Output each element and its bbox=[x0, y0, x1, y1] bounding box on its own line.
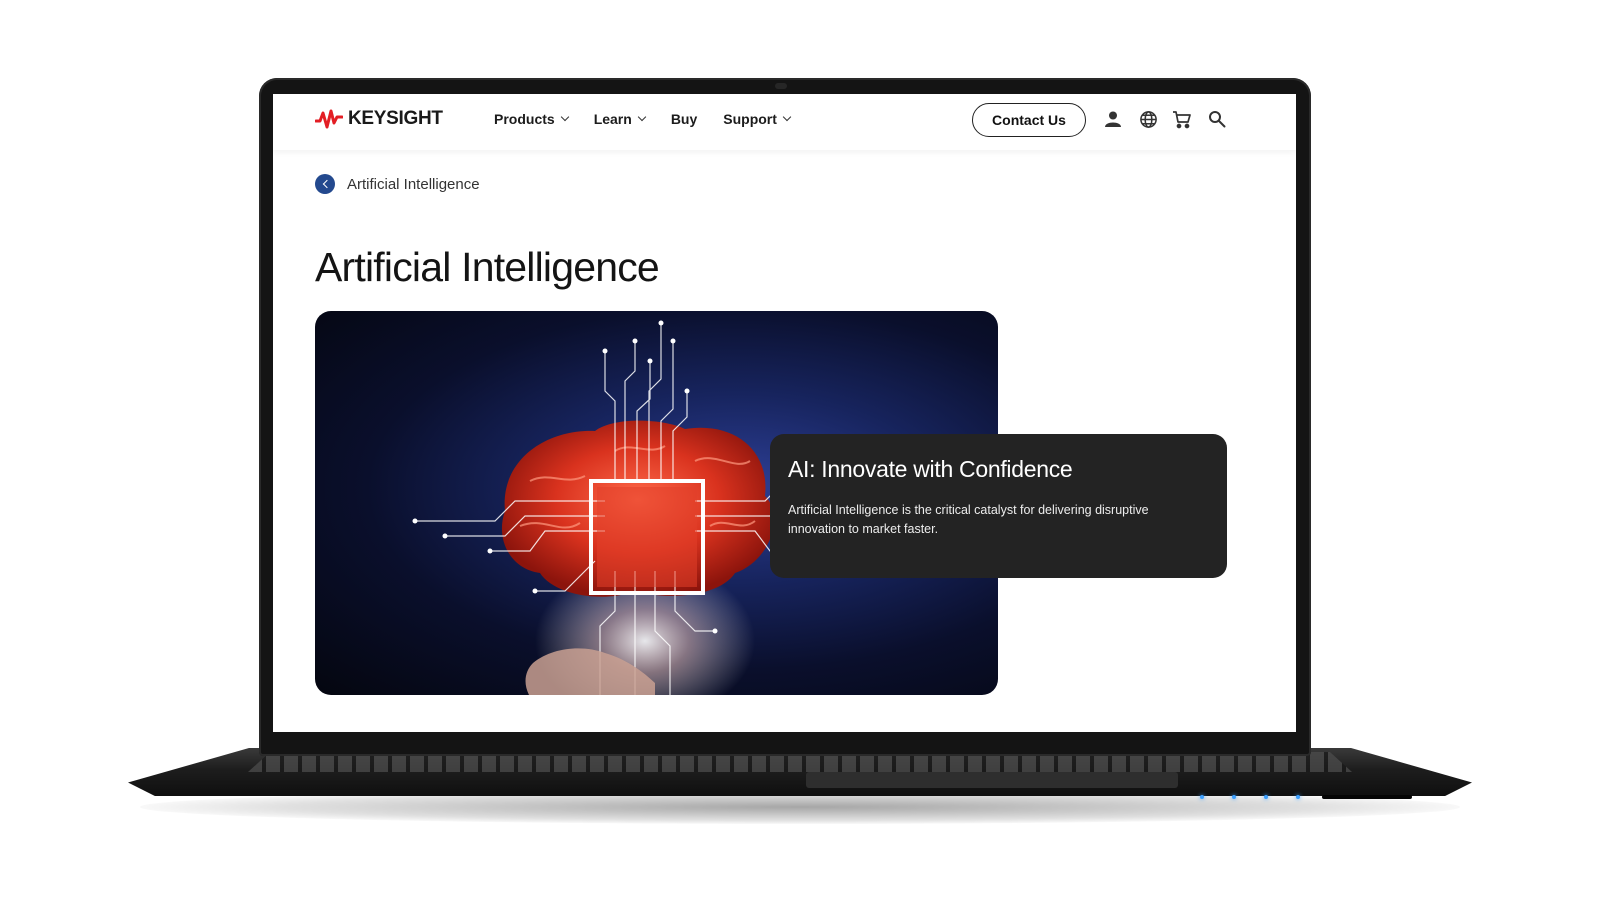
globe-icon[interactable] bbox=[1137, 108, 1159, 130]
chevron-down-icon bbox=[560, 112, 569, 122]
nav-support-label: Support bbox=[723, 111, 777, 127]
breadcrumb[interactable]: Artificial Intelligence bbox=[315, 174, 480, 194]
page-title: Artificial Intelligence bbox=[315, 244, 660, 290]
feature-card: AI: Innovate with Confidence Artificial … bbox=[770, 434, 1227, 578]
feature-card-title: AI: Innovate with Confidence bbox=[788, 456, 1073, 482]
nav-learn-label: Learn bbox=[593, 111, 632, 127]
laptop-lid: KEYSIGHT Products Learn Buy Support Cont… bbox=[259, 78, 1311, 756]
nav-products[interactable]: Products bbox=[494, 111, 569, 127]
laptop-card-slot bbox=[1322, 795, 1412, 799]
status-led bbox=[1200, 795, 1204, 799]
chevron-down-icon bbox=[637, 112, 647, 122]
webcam bbox=[775, 83, 787, 89]
laptop-trackpad bbox=[806, 772, 1178, 788]
nav-learn[interactable]: Learn bbox=[593, 111, 647, 127]
feature-card-description: Artificial Intelligence is the critical … bbox=[788, 503, 1149, 536]
status-led bbox=[1264, 795, 1268, 799]
chevron-down-icon bbox=[782, 112, 792, 122]
laptop-status-leds bbox=[1200, 795, 1300, 799]
user-icon[interactable] bbox=[1102, 108, 1124, 130]
chevron-left-icon[interactable] bbox=[315, 174, 335, 194]
nav-products-label: Products bbox=[494, 111, 555, 127]
site-header: KEYSIGHT Products Learn Buy Support Cont… bbox=[273, 94, 1296, 150]
nav-buy-label: Buy bbox=[670, 111, 698, 127]
nav-buy[interactable]: Buy bbox=[671, 111, 697, 127]
contact-us-button[interactable]: Contact Us bbox=[972, 103, 1086, 137]
laptop-screen: KEYSIGHT Products Learn Buy Support Cont… bbox=[273, 94, 1296, 732]
nav-support[interactable]: Support bbox=[723, 111, 792, 127]
main-nav: Products Learn Buy Support bbox=[494, 111, 792, 127]
cart-icon[interactable] bbox=[1171, 108, 1193, 130]
search-icon[interactable] bbox=[1206, 108, 1228, 130]
keysight-wave-icon bbox=[315, 109, 343, 129]
status-led bbox=[1232, 795, 1236, 799]
status-led bbox=[1296, 795, 1300, 799]
keysight-logo[interactable]: KEYSIGHT bbox=[315, 108, 443, 130]
breadcrumb-label[interactable]: Artificial Intelligence bbox=[347, 176, 480, 193]
brand-name: KEYSIGHT bbox=[348, 108, 443, 129]
